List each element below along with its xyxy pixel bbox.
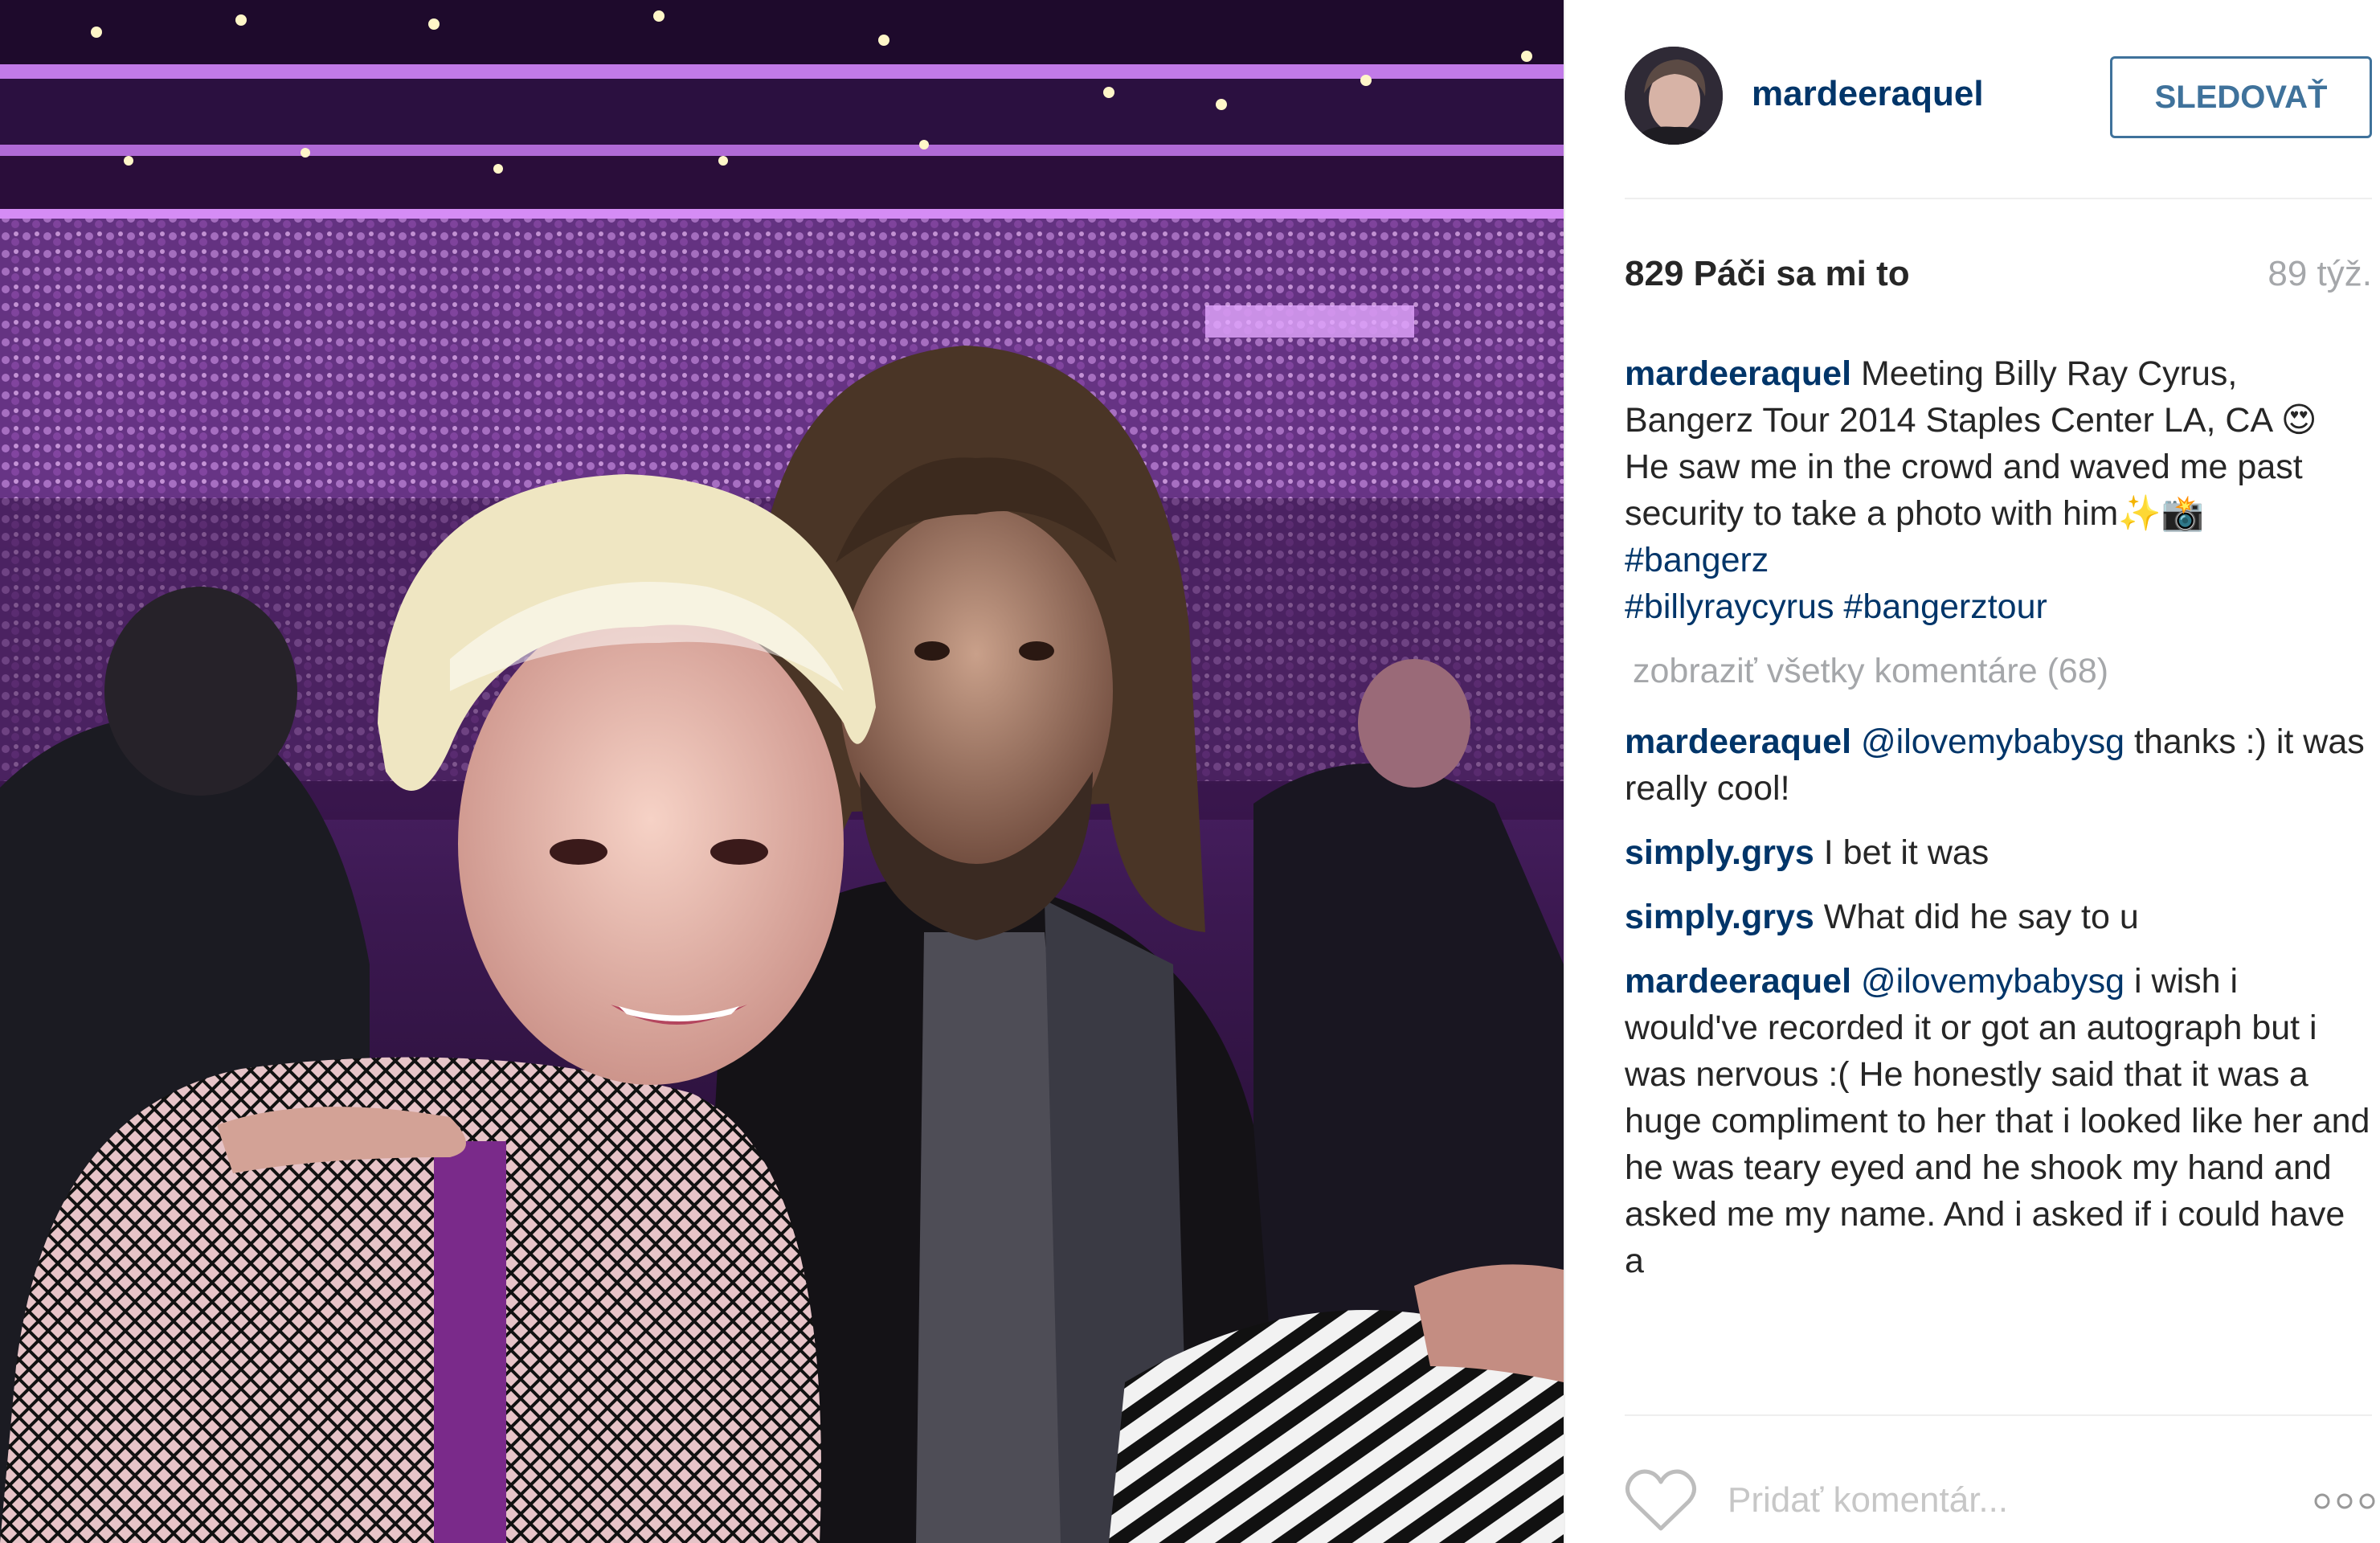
post-stats: 829 Páči sa mi to 89 týž. <box>1625 254 2372 302</box>
post-footer <box>1565 1398 2380 1543</box>
view-all-comments-link[interactable]: zobraziť všetky komentáre (68) <box>1633 648 2372 694</box>
header-username[interactable]: mardeeraquel <box>1752 74 1984 114</box>
post-side-panel: mardeeraquel SLEDOVAŤ 829 Páči sa mi to … <box>1564 0 2380 1543</box>
comment-item: simply.grys I bet it was <box>1625 829 2372 876</box>
comment-username[interactable]: simply.grys <box>1625 898 1814 936</box>
hashtag-link[interactable]: #bangerz <box>1625 541 1769 579</box>
concert-photo-image <box>0 0 1564 1543</box>
comment-input[interactable] <box>1726 1474 2243 1527</box>
comment-text: I bet it was <box>1814 833 1989 872</box>
hashtag-link[interactable]: #bangerztour <box>1843 587 2047 626</box>
follow-button[interactable]: SLEDOVAŤ <box>2110 56 2372 138</box>
post-photo[interactable] <box>0 0 1564 1543</box>
comment-text: What did he say to u <box>1814 898 2139 936</box>
avatar[interactable] <box>1625 47 1723 145</box>
comment-mention[interactable]: @ilovemybabysg <box>1861 722 2124 761</box>
more-options-icon[interactable] <box>2313 1485 2377 1517</box>
caption: mardeeraquel Meeting Billy Ray Cyrus, Ba… <box>1625 350 2372 630</box>
caption-username[interactable]: mardeeraquel <box>1625 354 1851 393</box>
comment-item: simply.grys What did he say to u <box>1625 894 2372 940</box>
footer-divider <box>1625 1414 2372 1416</box>
comments-list: mardeeraquel Meeting Billy Ray Cyrus, Ba… <box>1625 350 2372 1371</box>
comment-text: i wish i would've recorded it or got an … <box>1625 962 2370 1280</box>
comment-item: mardeeraquel @ilovemybabysg thanks :) it… <box>1625 718 2372 812</box>
comment-username[interactable]: mardeeraquel <box>1625 962 1851 1001</box>
avatar-image <box>1625 47 1723 145</box>
likes-count[interactable]: 829 Páči sa mi to <box>1625 254 1910 294</box>
comment-username[interactable]: mardeeraquel <box>1625 722 1851 761</box>
hashtag-link[interactable]: #billyraycyrus <box>1625 587 1834 626</box>
caption-text-2: He saw me in the crowd and waved me past… <box>1625 448 2303 533</box>
post-time[interactable]: 89 týž. <box>2268 254 2372 294</box>
comment-username[interactable]: simply.grys <box>1625 833 1814 872</box>
header-divider <box>1625 198 2372 199</box>
comment-item: mardeeraquel @ilovemybabysg i wish i wou… <box>1625 958 2372 1284</box>
post-header: mardeeraquel SLEDOVAŤ <box>1565 0 2380 199</box>
heart-icon[interactable] <box>1625 1466 1697 1533</box>
comment-mention[interactable]: @ilovemybabysg <box>1861 962 2124 1001</box>
